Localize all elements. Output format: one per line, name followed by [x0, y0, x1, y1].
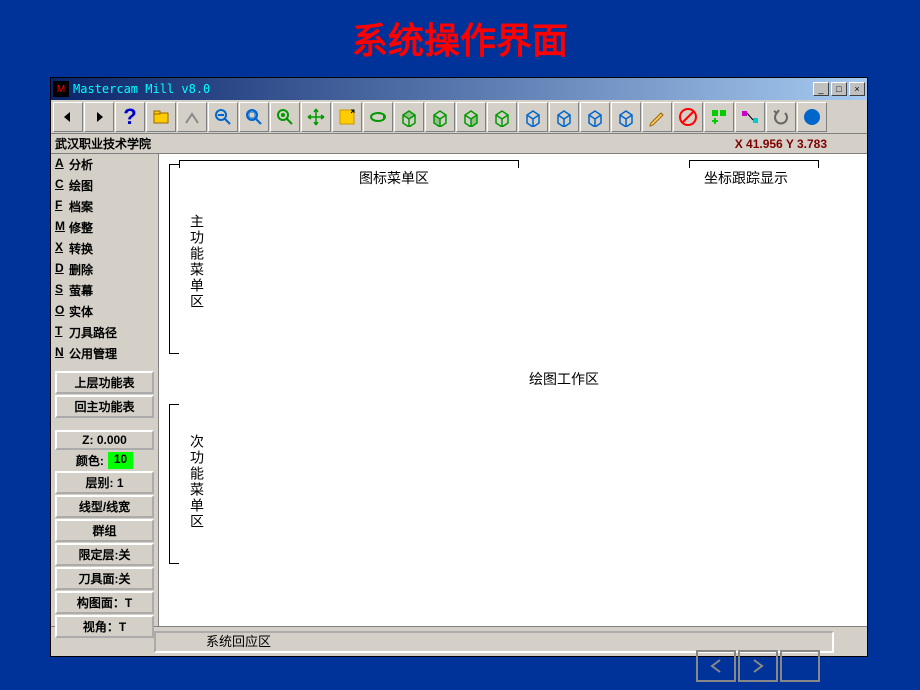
slide-nav	[696, 650, 820, 682]
undo-button[interactable]	[766, 102, 796, 132]
menu-item-A[interactable]: A分析	[51, 154, 158, 175]
menu-item-T[interactable]: T刀具路径	[51, 322, 158, 343]
zoom-window-button[interactable]	[332, 102, 362, 132]
toolpath-button[interactable]	[735, 102, 765, 132]
view-front-button[interactable]	[425, 102, 455, 132]
run-button[interactable]	[797, 102, 827, 132]
status-text: 武汉职业技术学院	[51, 135, 735, 152]
view-top-button[interactable]	[394, 102, 424, 132]
view-cube4-button[interactable]	[611, 102, 641, 132]
tool-face-setting[interactable]: 刀具面:关	[55, 567, 154, 590]
color-setting[interactable]: 颜色:10	[51, 451, 158, 470]
nav-forward-button[interactable]	[84, 102, 114, 132]
workspace-annotation: 绘图工作区	[529, 369, 599, 389]
bracket-icon	[169, 164, 179, 354]
bracket-icon	[179, 160, 519, 168]
maximize-button[interactable]: □	[831, 82, 847, 96]
limit-layer-setting[interactable]: 限定层:关	[55, 543, 154, 566]
app-window: M Mastercam Mill v8.0 _ □ × ?	[50, 77, 868, 657]
close-button[interactable]: ×	[849, 82, 865, 96]
view-cube2-button[interactable]	[549, 102, 579, 132]
linetype-setting[interactable]: 线型/线宽	[55, 495, 154, 518]
zoom-fit-button[interactable]	[239, 102, 269, 132]
view-cube1-button[interactable]	[518, 102, 548, 132]
open-button[interactable]	[146, 102, 176, 132]
view-setting[interactable]: 视角：T	[55, 615, 154, 638]
home-menu-button[interactable]: 回主功能表	[55, 395, 154, 418]
view-iso-button[interactable]	[487, 102, 517, 132]
menu-item-M[interactable]: M修整	[51, 217, 158, 238]
regen-button[interactable]	[704, 102, 734, 132]
window-title: Mastercam Mill v8.0	[73, 82, 811, 96]
sub-menu-annotation: 次功能菜单区	[187, 434, 207, 530]
app-icon: M	[53, 81, 69, 97]
slide-next-button[interactable]	[738, 650, 778, 682]
zoom-target-button[interactable]	[270, 102, 300, 132]
main-area: A分析C绘图F档案M修整X转换D删除S萤幕O实体T刀具路径N公用管理 上层功能表…	[51, 154, 867, 626]
sidebar: A分析C绘图F档案M修整X转换D删除S萤幕O实体T刀具路径N公用管理 上层功能表…	[51, 154, 159, 626]
bracket-icon	[689, 160, 819, 168]
coord-annotation: 坐标跟踪显示	[704, 168, 788, 188]
toolbar: ?	[51, 100, 867, 134]
coordinate-display: X 41.956 Y 3.783	[735, 137, 867, 151]
construct-plane-setting[interactable]: 构图面：T	[55, 591, 154, 614]
menu-item-S[interactable]: S萤幕	[51, 280, 158, 301]
drawing-workspace[interactable]: 图标菜单区 坐标跟踪显示 主功能菜单区 次功能菜单区 绘图工作区	[159, 154, 867, 626]
view-cube3-button[interactable]	[580, 102, 610, 132]
pan-button[interactable]	[301, 102, 331, 132]
z-setting[interactable]: Z: 0.000	[55, 430, 154, 450]
statusbar: 武汉职业技术学院 X 41.956 Y 3.783	[51, 134, 867, 154]
menu-item-N[interactable]: N公用管理	[51, 343, 158, 364]
view-side-button[interactable]	[456, 102, 486, 132]
slide-extra-button[interactable]	[780, 650, 820, 682]
menu-item-C[interactable]: C绘图	[51, 175, 158, 196]
analyze-button[interactable]	[177, 102, 207, 132]
help-button[interactable]: ?	[115, 102, 145, 132]
main-menu: A分析C绘图F档案M修整X转换D删除S萤幕O实体T刀具路径N公用管理	[51, 154, 158, 364]
menu-item-O[interactable]: O实体	[51, 301, 158, 322]
up-menu-button[interactable]: 上层功能表	[55, 371, 154, 394]
minimize-button[interactable]: _	[813, 82, 829, 96]
nav-back-button[interactable]	[53, 102, 83, 132]
main-menu-annotation: 主功能菜单区	[187, 214, 207, 310]
menu-item-X[interactable]: X转换	[51, 238, 158, 259]
window-controls: _ □ ×	[811, 82, 865, 96]
menu-item-D[interactable]: D删除	[51, 259, 158, 280]
titlebar: M Mastercam Mill v8.0 _ □ ×	[51, 78, 867, 100]
slide-title: 系统操作界面	[0, 0, 920, 72]
rotate-button[interactable]	[363, 102, 393, 132]
toolbar-annotation: 图标菜单区	[359, 168, 429, 188]
pencil-button[interactable]	[642, 102, 672, 132]
zoom-out-button[interactable]	[208, 102, 238, 132]
layer-setting[interactable]: 层别: 1	[55, 471, 154, 494]
bracket-icon	[169, 404, 179, 564]
group-setting[interactable]: 群组	[55, 519, 154, 542]
menu-item-F[interactable]: F档案	[51, 196, 158, 217]
slide-prev-button[interactable]	[696, 650, 736, 682]
delete-button[interactable]	[673, 102, 703, 132]
